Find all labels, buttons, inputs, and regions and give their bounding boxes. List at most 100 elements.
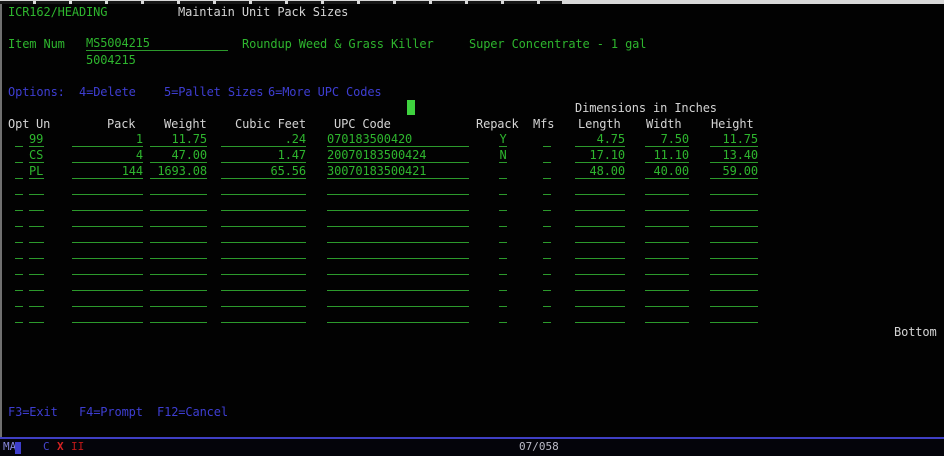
field-repack-empty1[interactable] [499,180,507,195]
field-un-empty2[interactable] [29,196,44,211]
field-cubic_feet-row3[interactable]: 65.56 [221,164,306,179]
field-weight-empty9[interactable] [150,308,207,323]
field-height-empty1[interactable] [710,180,758,195]
field-cubic_feet-empty9[interactable] [221,308,306,323]
field-upc_code-row3[interactable]: 30070183500421 [327,164,469,179]
field-width-row2[interactable]: 11.10 [645,148,689,163]
field-upc_code-empty9[interactable] [327,308,469,323]
field-weight-empty7[interactable] [150,276,207,291]
field-length-empty6[interactable] [575,260,625,275]
field-un-empty8[interactable] [29,292,44,307]
field-un-empty7[interactable] [29,276,44,291]
field-length-row1[interactable]: 4.75 [575,132,625,147]
field-pack-empty7[interactable] [72,276,143,291]
field-length-empty7[interactable] [575,276,625,291]
field-un-empty6[interactable] [29,260,44,275]
field-cubic_feet-empty5[interactable] [221,244,306,259]
field-opt-row1[interactable] [15,132,23,147]
field-un-empty5[interactable] [29,244,44,259]
field-weight-row1[interactable]: 11.75 [150,132,207,147]
field-height-empty6[interactable] [710,260,758,275]
field-cubic_feet-row1[interactable]: .24 [221,132,306,147]
field-un-row2[interactable]: CS [29,148,44,163]
field-height-empty3[interactable] [710,212,758,227]
field-weight-row3[interactable]: 1693.08 [150,164,207,179]
field-opt-empty4[interactable] [15,228,23,243]
field-repack-empty2[interactable] [499,196,507,211]
field-height-row3[interactable]: 59.00 [710,164,758,179]
field-mfs-empty1[interactable] [543,180,551,195]
field-mfs-row1[interactable] [543,132,551,147]
field-height-empty7[interactable] [710,276,758,291]
field-un-empty3[interactable] [29,212,44,227]
field-mfs-empty2[interactable] [543,196,551,211]
field-length-empty2[interactable] [575,196,625,211]
field-length-empty4[interactable] [575,228,625,243]
field-upc_code-row1[interactable]: 070183500420 [327,132,469,147]
field-pack-empty5[interactable] [72,244,143,259]
field-upc_code-empty3[interactable] [327,212,469,227]
field-width-empty4[interactable] [645,228,689,243]
field-pack-empty8[interactable] [72,292,143,307]
field-width-empty5[interactable] [645,244,689,259]
field-opt-empty8[interactable] [15,292,23,307]
field-upc_code-row2[interactable]: 20070183500424 [327,148,469,163]
field-un-row3[interactable]: PL [29,164,44,179]
field-cubic_feet-empty8[interactable] [221,292,306,307]
field-mfs-empty4[interactable] [543,228,551,243]
field-opt-empty6[interactable] [15,260,23,275]
field-weight-empty4[interactable] [150,228,207,243]
field-upc_code-empty7[interactable] [327,276,469,291]
field-height-empty4[interactable] [710,228,758,243]
field-opt-row3[interactable] [15,164,23,179]
field-upc_code-empty4[interactable] [327,228,469,243]
field-cubic_feet-empty7[interactable] [221,276,306,291]
field-opt-empty5[interactable] [15,244,23,259]
field-un-empty4[interactable] [29,228,44,243]
field-opt-empty3[interactable] [15,212,23,227]
field-cubic_feet-empty1[interactable] [221,180,306,195]
field-un-empty1[interactable] [29,180,44,195]
field-opt-empty9[interactable] [15,308,23,323]
field-repack-empty5[interactable] [499,244,507,259]
field-width-empty8[interactable] [645,292,689,307]
field-length-row3[interactable]: 48.00 [575,164,625,179]
field-mfs-empty9[interactable] [543,308,551,323]
field-mfs-empty7[interactable] [543,276,551,291]
field-opt-row2[interactable] [15,148,23,163]
field-length-empty3[interactable] [575,212,625,227]
field-weight-row2[interactable]: 47.00 [150,148,207,163]
field-pack-row2[interactable]: 4 [72,148,143,163]
field-weight-empty3[interactable] [150,212,207,227]
field-height-empty5[interactable] [710,244,758,259]
field-upc_code-empty6[interactable] [327,260,469,275]
field-height-empty8[interactable] [710,292,758,307]
field-width-empty9[interactable] [645,308,689,323]
field-height-empty2[interactable] [710,196,758,211]
field-length-empty8[interactable] [575,292,625,307]
field-width-row3[interactable]: 40.00 [645,164,689,179]
field-repack-empty7[interactable] [499,276,507,291]
field-un-row1[interactable]: 99 [29,132,44,147]
field-repack-empty8[interactable] [499,292,507,307]
field-repack-row1[interactable]: Y [499,132,507,147]
field-pack-row3[interactable]: 144 [72,164,143,179]
field-cubic_feet-empty2[interactable] [221,196,306,211]
field-width-row1[interactable]: 7.50 [645,132,689,147]
field-opt-empty1[interactable] [15,180,23,195]
field-repack-empty9[interactable] [499,308,507,323]
field-height-row2[interactable]: 13.40 [710,148,758,163]
item-number-field[interactable]: MS5004215 [86,36,228,51]
field-cubic_feet-empty4[interactable] [221,228,306,243]
field-pack-row1[interactable]: 1 [72,132,143,147]
field-length-empty9[interactable] [575,308,625,323]
field-cubic_feet-row2[interactable]: 1.47 [221,148,306,163]
field-height-empty9[interactable] [710,308,758,323]
field-weight-empty1[interactable] [150,180,207,195]
field-cubic_feet-empty3[interactable] [221,212,306,227]
field-width-empty3[interactable] [645,212,689,227]
field-un-empty9[interactable] [29,308,44,323]
field-repack-empty6[interactable] [499,260,507,275]
field-mfs-empty3[interactable] [543,212,551,227]
field-upc_code-empty2[interactable] [327,196,469,211]
